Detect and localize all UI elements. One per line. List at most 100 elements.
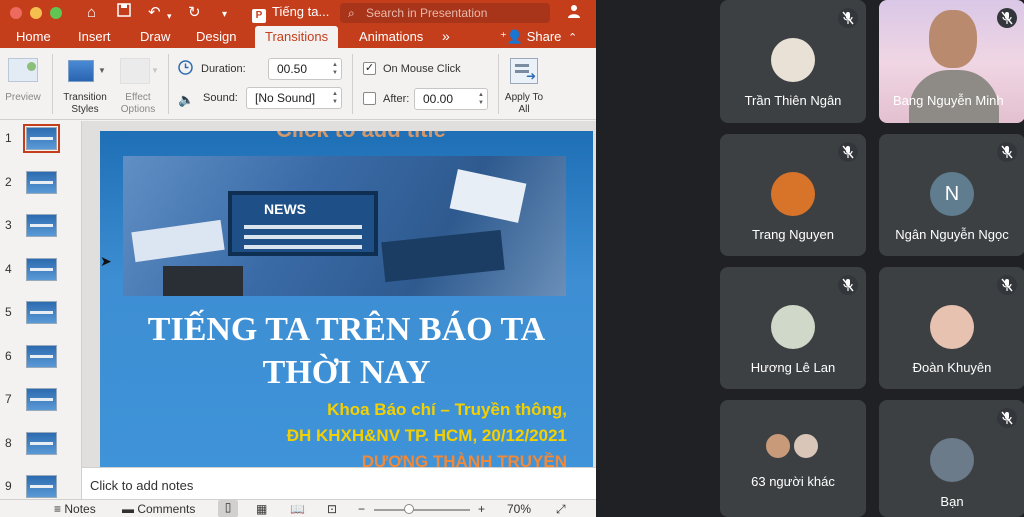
slide-thumbnail-image[interactable] <box>26 301 57 324</box>
stepper-arrows-icon[interactable]: ▲ ▼ <box>332 61 338 77</box>
apply-to-all-icon[interactable]: ➜ <box>510 58 538 84</box>
participant-name: 63 người khác <box>751 474 835 489</box>
mic-off-icon <box>997 408 1017 428</box>
collapse-ribbon-icon[interactable]: ⌃ <box>568 31 577 44</box>
clock-icon <box>178 60 193 80</box>
speaker-icon: 🔈 <box>178 92 195 107</box>
tab-animations[interactable]: Animations <box>359 29 423 44</box>
zoom-window-button[interactable] <box>50 7 62 19</box>
redo-icon[interactable]: ↻ <box>188 3 201 23</box>
search-input[interactable]: ⌕ Search in Presentation <box>340 3 550 23</box>
participant-name: Trang Nguyen <box>752 227 834 242</box>
slide-thumbnail-image[interactable] <box>26 344 57 368</box>
slide-thumbnail-2[interactable]: 2 <box>0 170 82 211</box>
transition-styles-icon[interactable] <box>68 60 94 82</box>
slide-thumbnail-image[interactable] <box>23 124 60 153</box>
slide-subtitle-university: ĐH KHXH&NV TP. HCM, 20/12/2021 <box>286 426 567 445</box>
transition-styles-button[interactable]: Transition Styles <box>58 92 112 116</box>
effect-options-icon <box>120 58 150 84</box>
participant-tile[interactable]: N Ngân Nguyễn Ngọc <box>879 134 1024 256</box>
after-checkbox[interactable] <box>363 92 376 105</box>
participant-name: Hương Lê Lan <box>750 360 836 375</box>
close-window-button[interactable] <box>10 7 22 19</box>
fit-to-window-icon[interactable]: ⤢ <box>556 502 566 517</box>
slide-thumbnail-image[interactable] <box>26 431 57 455</box>
tab-draw[interactable]: Draw <box>140 29 170 44</box>
zoom-slider[interactable] <box>374 509 470 511</box>
tab-home[interactable]: Home <box>16 29 51 44</box>
after-label: After: <box>383 93 410 105</box>
slide-thumbnail-image[interactable] <box>26 257 57 281</box>
participant-tile[interactable]: Bạn <box>879 400 1024 517</box>
undo-icon[interactable]: ↶ <box>148 3 161 23</box>
preview-icon[interactable] <box>8 58 38 82</box>
stepper-arrows-icon[interactable]: ▲ ▼ <box>478 91 484 107</box>
slide-thumbnail-3[interactable]: 3 <box>0 214 82 254</box>
minimize-window-button[interactable] <box>30 7 42 19</box>
notes-toggle-button[interactable]: ≡ Notes <box>54 502 96 516</box>
mic-off-icon <box>838 142 858 162</box>
participant-name: Trần Thiên Ngân <box>744 93 842 108</box>
notes-field[interactable]: Click to add notes <box>82 467 596 499</box>
slide-thumbnail-image[interactable] <box>26 214 57 237</box>
preview-button[interactable]: Preview <box>2 92 44 104</box>
tab-design[interactable]: Design <box>196 29 236 44</box>
slide-thumbnail-image[interactable] <box>26 388 57 411</box>
tab-transitions[interactable]: Transitions <box>255 26 339 48</box>
slide-thumbnail-5[interactable]: 5 <box>0 301 82 341</box>
avatar <box>792 432 820 460</box>
slide-number: 8 <box>5 435 12 450</box>
title-bar: ⌂ ↶ ▾ ↻ ▾ P Tiếng ta... ⌕ Search in Presen… <box>0 0 596 26</box>
undo-dropdown-icon[interactable]: ▾ <box>167 6 172 26</box>
title-placeholder[interactable]: Click to add title <box>276 131 446 143</box>
duration-field[interactable]: 00.50 ▲ ▼ <box>268 58 342 80</box>
participant-name: Bang Nguyễn Minh <box>893 93 1004 108</box>
slide-thumbnail-1[interactable]: 1 <box>0 124 82 167</box>
zoom-slider-handle[interactable] <box>404 504 414 514</box>
document-title: P Tiếng ta... <box>252 4 329 23</box>
participant-tile[interactable]: 63 người khác <box>720 400 866 517</box>
slide-thumbnail-image[interactable] <box>26 170 57 194</box>
current-slide[interactable]: Click to add title NEWS TIẾNG TA TRÊN BÁ… <box>100 131 593 467</box>
reading-view-icon[interactable]: 📖 <box>290 502 305 516</box>
slide-thumbnail-8[interactable]: 8 <box>0 431 82 472</box>
home-icon[interactable]: ⌂ <box>87 3 96 23</box>
participant-tile[interactable]: Hương Lê Lan <box>720 267 866 389</box>
customize-toolbar-icon[interactable]: ▾ <box>222 5 227 25</box>
search-icon: ⌕ <box>348 6 355 20</box>
slide-thumbnail-7[interactable]: 7 <box>0 388 82 428</box>
participant-tile[interactable]: Trang Nguyen <box>720 134 866 256</box>
on-mouse-click-checkbox[interactable]: ✓ <box>363 62 376 75</box>
avatar <box>930 438 974 482</box>
slide-thumbnail-6[interactable]: 6 <box>0 344 82 385</box>
slide-thumbnail-4[interactable]: 4 <box>0 257 82 298</box>
zoom-out-icon[interactable]: − <box>358 502 365 516</box>
sound-select[interactable]: [No Sound] ▲ ▼ <box>246 87 342 109</box>
save-icon[interactable] <box>117 3 131 23</box>
apply-to-all-button[interactable]: Apply To All <box>502 92 546 116</box>
chevron-down-icon: ▼ <box>151 66 159 75</box>
ribbon-divider <box>352 54 353 114</box>
account-icon[interactable] <box>566 3 582 25</box>
tab-insert[interactable]: Insert <box>78 29 111 44</box>
ribbon-divider <box>52 54 53 114</box>
chevron-down-icon[interactable]: ▼ <box>98 66 106 75</box>
ribbon-divider <box>168 54 169 114</box>
slide-sorter-icon[interactable]: ▦ <box>256 502 267 516</box>
more-tabs-icon[interactable]: » <box>442 28 450 44</box>
normal-view-icon[interactable]: ▯ <box>218 500 238 517</box>
slide-thumbnails-pane: 1 2 3 4 5 6 7 8 9 <box>0 121 82 499</box>
slide-thumbnail-image[interactable] <box>26 475 57 498</box>
slideshow-icon[interactable]: ⊡ <box>327 502 337 516</box>
after-field[interactable]: 00.00 ▲ ▼ <box>414 88 488 110</box>
share-button[interactable]: ⁺👤 Share <box>500 29 561 45</box>
duration-label: Duration: <box>201 63 246 75</box>
participant-tile[interactable]: Bang Nguyễn Minh <box>879 0 1024 123</box>
slide-edit-area: Click to add title NEWS TIẾNG TA TRÊN BÁ… <box>82 121 596 467</box>
comments-toggle-button[interactable]: ▬ Comments <box>122 502 195 516</box>
avatar <box>764 432 792 460</box>
participant-tile[interactable]: Trần Thiên Ngân <box>720 0 866 123</box>
zoom-in-icon[interactable]: + <box>478 502 485 516</box>
zoom-level[interactable]: 70% <box>507 502 531 516</box>
participant-tile[interactable]: Đoàn Khuyên <box>879 267 1024 389</box>
